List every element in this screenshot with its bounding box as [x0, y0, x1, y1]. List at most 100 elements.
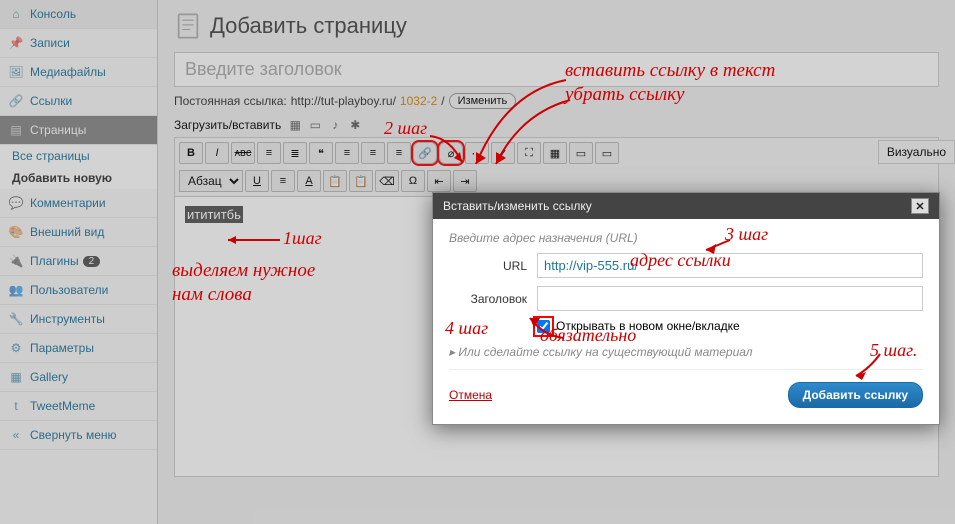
italic-button[interactable]: I [205, 142, 229, 164]
pin-icon: 📌 [8, 35, 24, 51]
sidebar-item-settings[interactable]: ⚙ Параметры [0, 334, 157, 363]
align-left-button[interactable]: ≡ [335, 142, 359, 164]
url-row: URL [449, 253, 923, 278]
sidebar-label: Страницы [30, 123, 86, 137]
editor-tab-visual[interactable]: Визуально [878, 140, 955, 164]
kitchensink-button[interactable]: ▦ [543, 142, 567, 164]
sidebar-sub-all-pages[interactable]: Все страницы [0, 145, 157, 167]
sidebar-item-gallery[interactable]: ▦Gallery [0, 363, 157, 392]
sidebar-item-tools[interactable]: 🔧Инструменты [0, 305, 157, 334]
sidebar-item-dashboard[interactable]: ⌂ Консоль [0, 0, 157, 29]
sidebar-sub-add-new[interactable]: Добавить новую [0, 167, 157, 189]
permalink-slug: 1032-2 [400, 94, 437, 108]
link-modal: Вставить/изменить ссылку ✕ Введите адрес… [432, 192, 940, 425]
fullscreen-button[interactable]: ⛶ [517, 142, 541, 164]
extra2-button[interactable]: ▭ [595, 142, 619, 164]
sidebar-label: Медиафайлы [30, 65, 106, 79]
sidebar-item-media[interactable]: 🖼 Медиафайлы [0, 58, 157, 87]
modal-header: Вставить/изменить ссылку ✕ [433, 193, 939, 219]
upload-row: Загрузить/вставить ▦ ▭ ♪ ✱ [174, 117, 939, 133]
indent-button[interactable]: ⇥ [453, 170, 477, 192]
upload-media-icon[interactable]: ✱ [347, 117, 363, 133]
settings-icon: ⚙ [8, 340, 24, 356]
newtab-checkbox[interactable] [537, 320, 550, 333]
modal-close-button[interactable]: ✕ [911, 198, 929, 214]
insert-link-button[interactable]: 🔗 [413, 142, 437, 164]
editor-toolbar: B I ᴀʙᴄ ≡ ≣ ❝ ≡ ≡ ≡ 🔗 ⌀ ⋯ ✓ ⛶ ▦ ▭ ▭ Абза… [174, 137, 939, 197]
justify-button[interactable]: ≡ [271, 170, 295, 192]
modal-hint: Введите адрес назначения (URL) [449, 231, 923, 245]
quote-button[interactable]: ❝ [309, 142, 333, 164]
admin-sidebar: ⌂ Консоль 📌 Записи 🖼 Медиафайлы 🔗Ссылки ▤ Ст… [0, 0, 158, 524]
sidebar-label: Пользователи [30, 283, 108, 297]
page-icon: ▤ [8, 122, 24, 138]
align-center-button[interactable]: ≡ [361, 142, 385, 164]
appearance-icon: 🎨 [8, 224, 24, 240]
upload-label: Загрузить/вставить [174, 118, 281, 132]
remove-format-button[interactable]: ⌫ [375, 170, 399, 192]
bold-button[interactable]: B [179, 142, 203, 164]
spellcheck-button[interactable]: ✓ [491, 142, 515, 164]
sidebar-label: Комментарии [30, 196, 106, 210]
upload-video-icon[interactable]: ▭ [307, 117, 323, 133]
extra1-button[interactable]: ▭ [569, 142, 593, 164]
sidebar-item-links[interactable]: 🔗Ссылки [0, 87, 157, 116]
post-title-input[interactable]: Введите заголовок [174, 52, 939, 87]
sidebar-item-posts[interactable]: 📌 Записи [0, 29, 157, 58]
sidebar-label: Инструменты [30, 312, 105, 326]
sidebar-item-users[interactable]: 👥 Пользователи [0, 276, 157, 305]
modal-title: Вставить/изменить ссылку [443, 199, 592, 213]
charmap-button[interactable]: Ω [401, 170, 425, 192]
unlink-button[interactable]: ⌀ [439, 142, 463, 164]
title-row: Заголовок [449, 286, 923, 311]
upload-audio-icon[interactable]: ♪ [327, 117, 343, 133]
more-button[interactable]: ⋯ [465, 142, 489, 164]
strike-button[interactable]: ᴀʙᴄ [231, 142, 255, 164]
submit-link-button[interactable]: Добавить ссылку [788, 382, 923, 408]
edit-permalink-button[interactable]: Изменить [449, 93, 517, 109]
sidebar-label: Консоль [30, 7, 76, 21]
upload-image-icon[interactable]: ▦ [287, 117, 303, 133]
tweet-icon: t [8, 398, 24, 414]
outdent-button[interactable]: ⇤ [427, 170, 451, 192]
url-input[interactable] [537, 253, 923, 278]
sidebar-item-tweetmeme[interactable]: tTweetMeme [0, 392, 157, 421]
permalink-row: Постоянная ссылка: http://tut-playboy.ru… [174, 93, 939, 109]
sidebar-item-collapse[interactable]: «Свернуть меню [0, 421, 157, 450]
existing-link-row[interactable]: ▸ Или сделайте ссылку на существующий ма… [449, 345, 923, 359]
underline-button[interactable]: U [245, 170, 269, 192]
paste-word-button[interactable]: 📋 [349, 170, 373, 192]
sidebar-item-comments[interactable]: 💬 Комментарии [0, 189, 157, 218]
format-select[interactable]: Абзац [179, 170, 243, 192]
sidebar-label: Параметры [30, 341, 94, 355]
comment-icon: 💬 [8, 195, 24, 211]
permalink-label: Постоянная ссылка: [174, 94, 287, 108]
align-right-button[interactable]: ≡ [387, 142, 411, 164]
collapse-icon: « [8, 427, 24, 443]
users-icon: 👥 [8, 282, 24, 298]
sidebar-label: Записи [30, 36, 70, 50]
link-title-input[interactable] [537, 286, 923, 311]
existing-label: Или сделайте ссылку на существующий мате… [458, 345, 752, 359]
link-title-label: Заголовок [449, 292, 537, 306]
modal-body: Введите адрес назначения (URL) URL Загол… [433, 219, 939, 424]
dashboard-icon: ⌂ [8, 6, 24, 22]
textcolor-button[interactable]: A [297, 170, 321, 192]
page-header: Добавить страницу [158, 0, 955, 48]
cancel-link[interactable]: Отмена [449, 388, 492, 402]
media-icon: 🖼 [8, 64, 24, 80]
paste-text-button[interactable]: 📋 [323, 170, 347, 192]
newtab-row: Открывать в новом окне/вкладке [449, 319, 923, 333]
newtab-label: Открывать в новом окне/вкладке [556, 319, 740, 333]
plugin-icon: 🔌 [8, 253, 24, 269]
sidebar-item-appearance[interactable]: 🎨Внешний вид [0, 218, 157, 247]
ol-button[interactable]: ≣ [283, 142, 307, 164]
sidebar-item-pages[interactable]: ▤ Страницы [0, 116, 157, 145]
plugin-badge: 2 [83, 256, 101, 267]
permalink-sep: / [441, 94, 444, 108]
permalink-base: http://tut-playboy.ru/ [291, 94, 396, 108]
ul-button[interactable]: ≡ [257, 142, 281, 164]
sidebar-item-plugins[interactable]: 🔌Плагины2 [0, 247, 157, 276]
gallery-icon: ▦ [8, 369, 24, 385]
sidebar-label: Ссылки [30, 94, 72, 108]
